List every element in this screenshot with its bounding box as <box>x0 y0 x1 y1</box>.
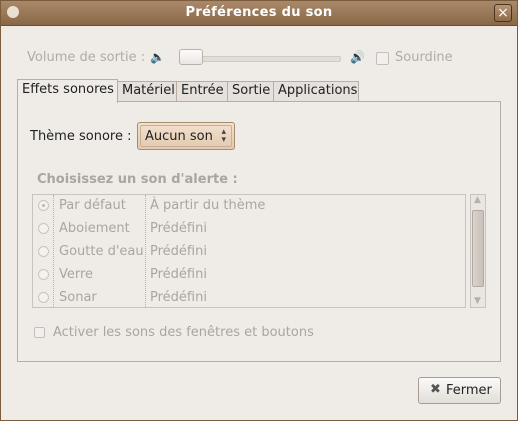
scroll-down-icon[interactable]: ▼ <box>474 296 481 306</box>
alert-radio[interactable] <box>38 269 49 280</box>
alert-name: Aboiement <box>59 221 130 236</box>
alert-radio[interactable] <box>38 200 49 211</box>
tab-materiel[interactable]: Matériel <box>117 81 177 101</box>
sound-preferences-window: Préférences du son × Volume de sortie : … <box>0 0 518 421</box>
tab-entree[interactable]: Entrée <box>176 81 228 101</box>
scrollbar-thumb[interactable] <box>472 210 484 287</box>
alert-radio[interactable] <box>38 246 49 257</box>
tab-effets-sonores[interactable]: Effets sonores <box>17 79 118 103</box>
volume-row: Volume de sortie : 🔈 🔊 Sourdine <box>1 47 517 69</box>
list-item[interactable]: Sonar Prédéfini <box>33 287 465 307</box>
alert-sound-list[interactable]: Par défaut À partir du thème Aboiement P… <box>32 194 466 308</box>
volume-label: Volume de sortie : <box>27 50 146 65</box>
scroll-up-icon[interactable]: ▲ <box>474 195 481 205</box>
alert-name: Par défaut <box>59 198 126 213</box>
tab-applications[interactable]: Applications <box>273 81 359 101</box>
theme-combobox-value: Aucun son <box>145 129 213 144</box>
activate-sounds-label[interactable]: Activer les sons des fenêtres et boutons <box>53 325 314 340</box>
alert-name: Sonar <box>59 290 97 305</box>
speaker-high-icon: 🔊 <box>350 50 365 64</box>
activate-sounds-checkbox[interactable] <box>34 327 45 338</box>
list-item[interactable]: Par défaut À partir du thème <box>33 195 465 218</box>
close-icon: ✖ <box>430 382 441 397</box>
alert-source: Prédéfini <box>150 221 207 236</box>
alert-source: Prédéfini <box>150 244 207 259</box>
close-button[interactable]: ✖ Fermer <box>418 377 501 404</box>
volume-slider-track[interactable] <box>181 56 341 62</box>
updown-arrow-icon: ▴ ▾ <box>221 127 226 145</box>
mute-label[interactable]: Sourdine <box>395 50 453 65</box>
list-item[interactable]: Verre Prédéfini <box>33 264 465 287</box>
list-item[interactable]: Goutte d'eau Prédéfini <box>33 241 465 264</box>
speaker-low-icon: 🔈 <box>150 50 165 64</box>
alert-radio[interactable] <box>38 292 49 303</box>
window-title: Préférences du son <box>185 5 333 20</box>
alert-sound-header: Choisissez un son d'alerte : <box>37 172 238 187</box>
title-bar[interactable]: Préférences du son × <box>1 1 517 26</box>
alert-list-scrollbar[interactable]: ▲ ▼ <box>470 194 486 308</box>
theme-combobox[interactable]: Aucun son ▴ ▾ <box>137 122 235 150</box>
window-close-icon[interactable]: × <box>494 4 512 22</box>
alert-source: À partir du thème <box>150 198 266 213</box>
list-item[interactable]: Aboiement Prédéfini <box>33 218 465 241</box>
volume-slider-handle[interactable] <box>179 49 203 65</box>
alert-radio[interactable] <box>38 223 49 234</box>
alert-name: Goutte d'eau <box>59 244 144 259</box>
alert-source: Prédéfini <box>150 267 207 282</box>
alert-name: Verre <box>59 267 94 282</box>
theme-label: Thème sonore : <box>30 129 132 144</box>
mute-checkbox[interactable] <box>376 52 389 65</box>
close-button-label: Fermer <box>446 383 492 398</box>
alert-source: Prédéfini <box>150 290 207 305</box>
tab-sortie[interactable]: Sortie <box>227 81 274 101</box>
